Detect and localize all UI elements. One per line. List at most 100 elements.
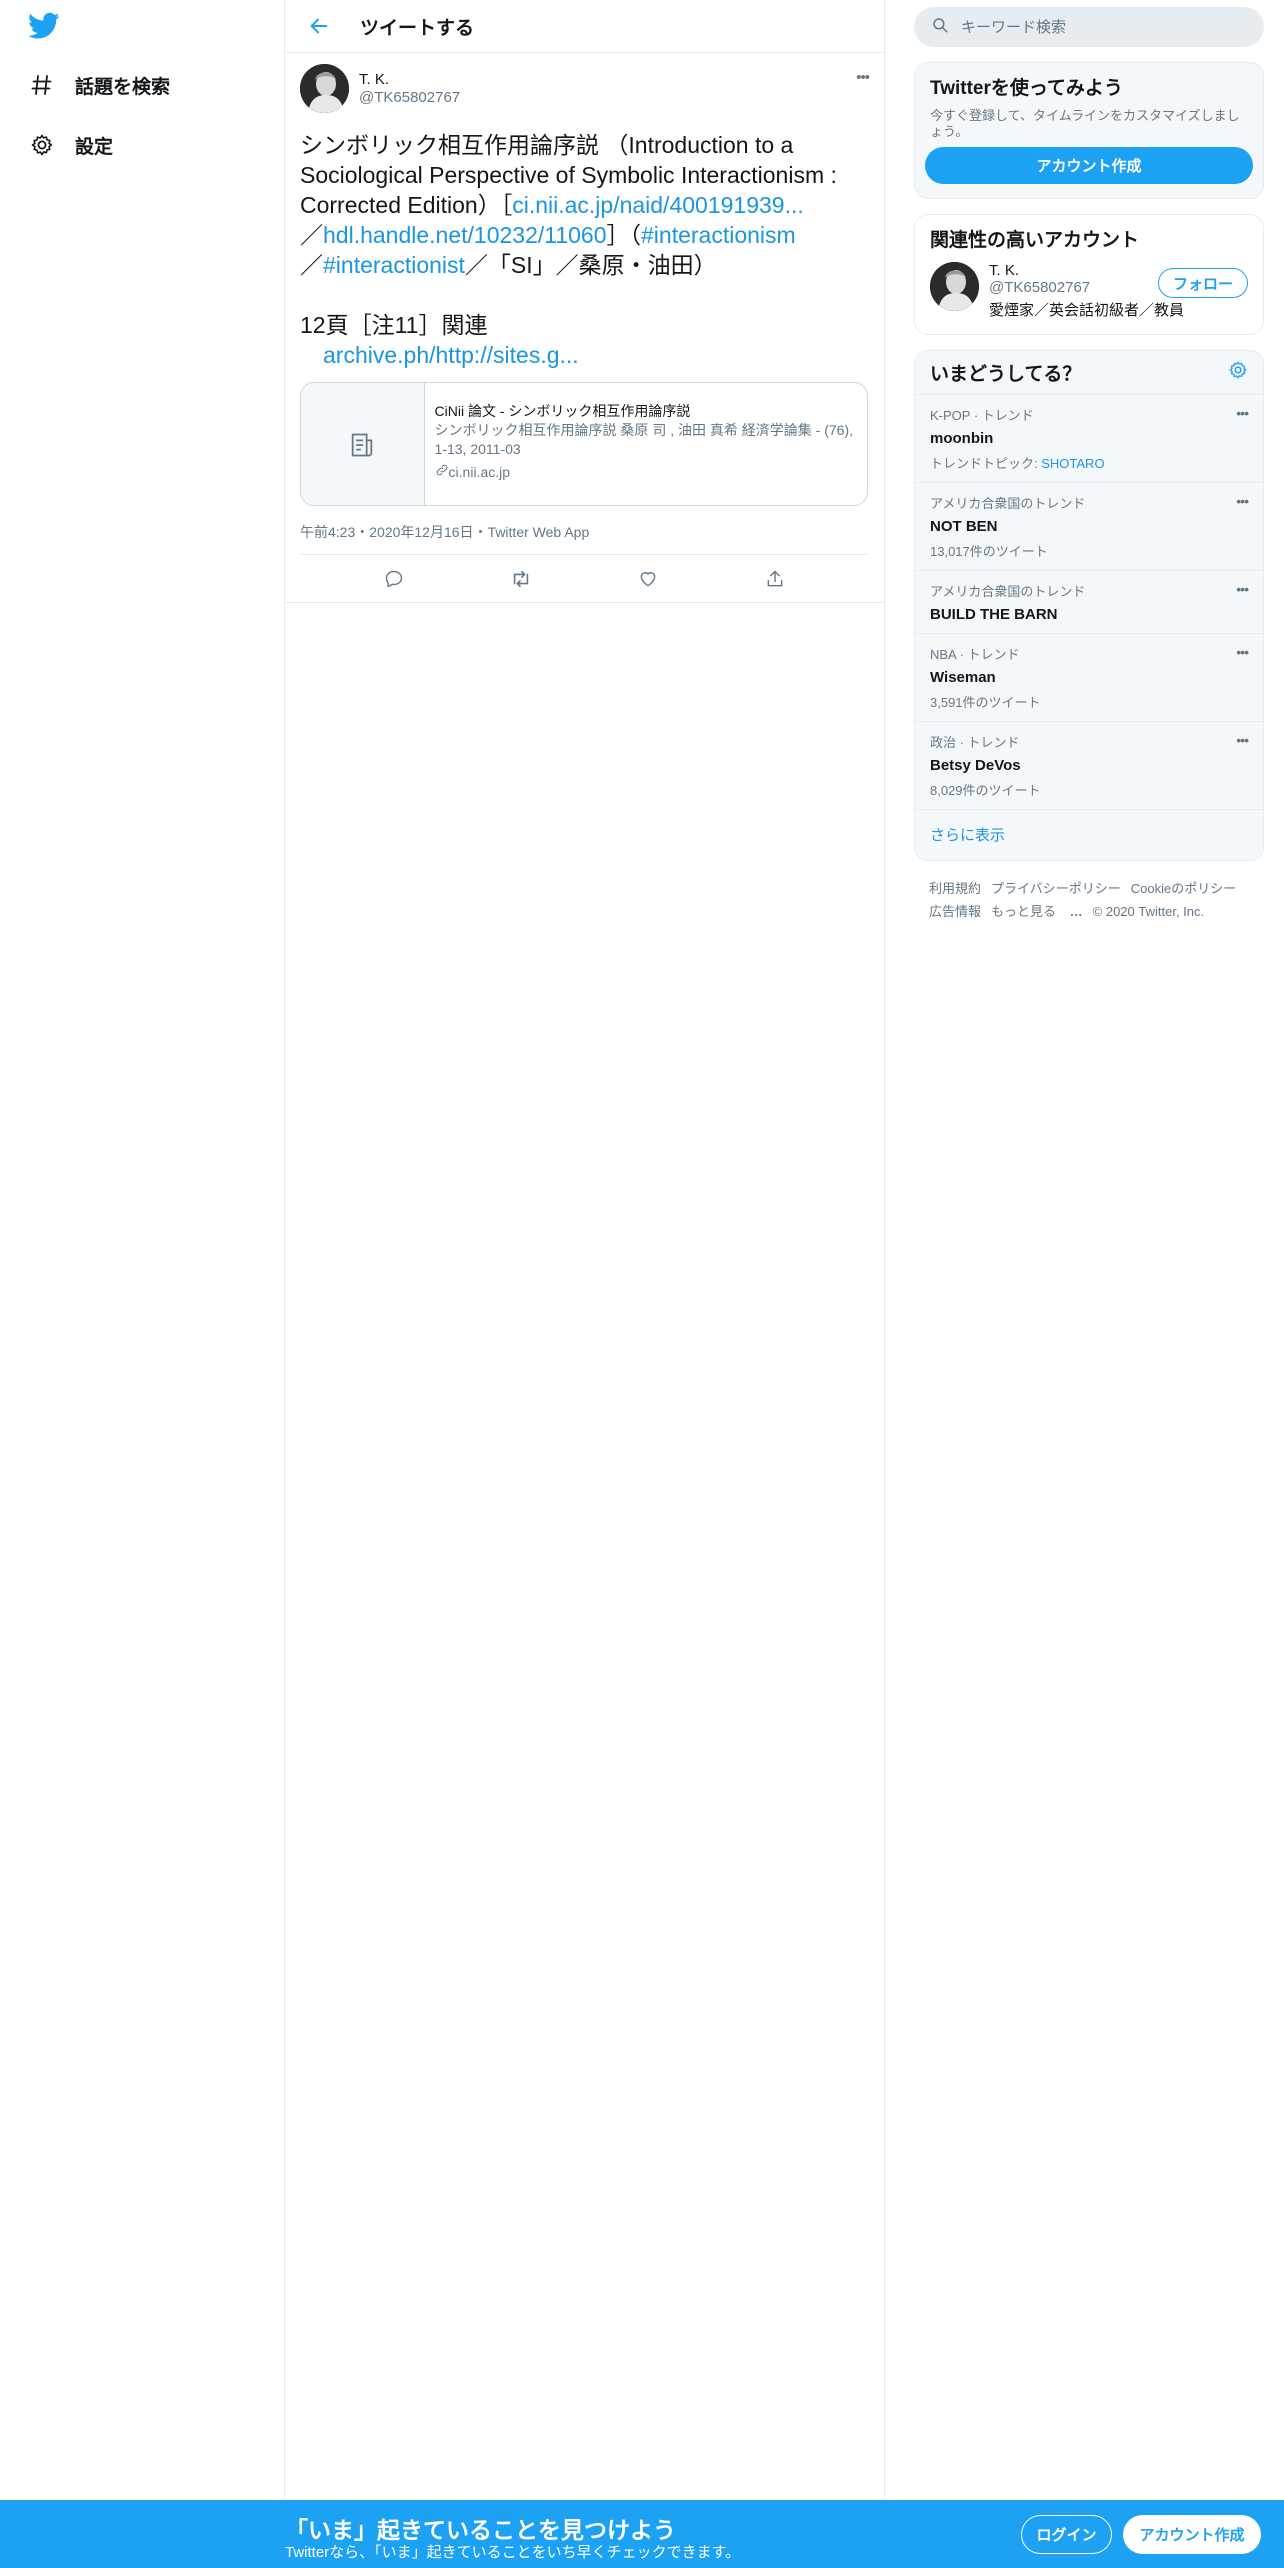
trend-meta: 政治 · トレンド — [930, 735, 1020, 750]
avatar[interactable] — [930, 262, 979, 311]
tweet-timestamp: 午前4:23・2020年12月16日・Twitter Web App — [300, 522, 869, 555]
cinii-link[interactable]: ci.nii.ac.jp/naid/400191939... — [512, 192, 804, 218]
trend-tweet-count: 13,017件のツイート — [930, 544, 1048, 559]
search-bar[interactable] — [914, 7, 1264, 47]
handle-link[interactable]: hdl.handle.net/10232/11060 — [323, 222, 607, 248]
footer-more-label: もっと見る — [991, 904, 1057, 919]
like-icon[interactable] — [629, 560, 667, 598]
tweet-text-fragment: ／ — [300, 222, 323, 248]
footer-terms-link[interactable]: 利用規約 — [929, 881, 981, 896]
hashtag-interactionist[interactable]: #interactionist — [323, 252, 465, 278]
bottom-bar-title: 「いま」起きていることを見つけよう — [285, 2517, 676, 2543]
gear-icon — [28, 131, 56, 159]
related-account-bio: 愛煙家／英会話初級者／教員 — [989, 302, 1185, 319]
trend-meta: NBA · トレンド — [930, 647, 1020, 662]
reply-icon[interactable] — [375, 560, 413, 598]
hashtag-interactionism[interactable]: #interactionism — [641, 222, 796, 248]
link-card[interactable]: CiNii 論文 - シンボリック相互作用論序説 シンボリック相互作用論序説 桑… — [300, 382, 868, 506]
more-options-icon[interactable]: ••• — [856, 69, 870, 86]
tweet-actions — [285, 555, 884, 603]
tweet-author: T. K. @TK65802767 ••• — [300, 63, 870, 113]
hashtag-icon — [28, 71, 56, 99]
trend-meta: アメリカ合衆国のトレンド — [930, 496, 1086, 511]
trend-item[interactable]: NBA · トレンド Wiseman 3,591件のツイート ••• — [915, 634, 1263, 722]
footer-ads-link[interactable]: 広告情報 — [929, 904, 981, 919]
trend-tweet-count: 8,029件のツイート — [930, 783, 1041, 798]
tweet-text-fragment: ／「SI」／桑原・油田） — [464, 252, 717, 278]
nav-explore-label: 話題を検索 — [75, 76, 171, 98]
tweet-text-fragment: ／ — [300, 252, 323, 278]
tweet-text-line: Sociological Perspective of Symbolic Int… — [300, 162, 837, 188]
tweet-text-fragment: Corrected Edition）［ — [300, 192, 513, 218]
follow-button[interactable]: フォロー — [1157, 268, 1248, 298]
footer-privacy-link[interactable]: プライバシーポリシー — [991, 881, 1121, 896]
trend-name: moonbin — [930, 430, 994, 447]
nav-settings[interactable]: 設定 — [28, 125, 113, 165]
signup-box-title: Twitterを使ってみよう — [930, 78, 1123, 99]
more-options-icon[interactable]: ••• — [1236, 732, 1249, 748]
trend-item[interactable]: アメリカ合衆国のトレンド NOT BEN 13,017件のツイート ••• — [915, 483, 1263, 571]
trend-topic-link[interactable]: SHOTARO — [1041, 456, 1104, 471]
trend-topic-prefix: トレンドトピック: — [930, 456, 1042, 471]
signup-button[interactable]: アカウント作成 — [1123, 2515, 1261, 2554]
back-arrow-icon[interactable] — [304, 11, 334, 41]
card-domain: ci.nii.ac.jp — [435, 463, 857, 480]
trend-tweet-count: 3,591件のツイート — [930, 695, 1041, 710]
more-options-icon[interactable]: ••• — [1236, 493, 1249, 509]
trend-sub: トレンドトピック: SHOTARO — [930, 453, 1248, 472]
show-more-link[interactable]: さらに表示 — [915, 810, 1263, 860]
trend-item[interactable]: K-POP · トレンド moonbin トレンドトピック: SHOTARO •… — [915, 395, 1263, 483]
trend-name: Wiseman — [930, 669, 996, 686]
tweet-text: シンボリック相互作用論序説 （Introduction to a Sociolo… — [300, 130, 869, 370]
nav-settings-label: 設定 — [75, 136, 114, 158]
related-accounts-box: 関連性の高いアカウント T. K. @TK65802767 愛煙家／英会話初級者… — [914, 214, 1264, 335]
left-navigation: 話題を検索 設定 — [0, 0, 285, 2500]
bottom-bar-subtitle: Twitterなら、「いま」起きていることをいち早くチェックできます。 — [285, 2544, 741, 2561]
more-options-icon[interactable]: ••• — [1236, 405, 1249, 421]
tweet-text-fragment: ］（ — [606, 222, 642, 248]
main-column: ツイートする T. K. @TK65802767 ••• シンボリック相互作用論… — [285, 0, 885, 2500]
footer-more-link[interactable]: もっと見る … — [991, 904, 1083, 919]
archive-link[interactable]: archive.ph/http://sites.g... — [323, 342, 579, 368]
trend-name: BUILD THE BARN — [930, 606, 1058, 623]
trend-item[interactable]: アメリカ合衆国のトレンド BUILD THE BARN ••• — [915, 571, 1263, 634]
related-account[interactable]: T. K. @TK65802767 愛煙家／英会話初級者／教員 フォロー — [915, 252, 1263, 334]
nav-explore[interactable]: 話題を検索 — [28, 65, 170, 105]
tweet-time-text: 午前4:23・2020年12月16日・ — [300, 524, 488, 540]
gear-icon[interactable] — [1228, 360, 1248, 385]
signup-box: Twitterを使ってみよう 今すぐ登録して、タイムラインをカスタマイズしましょ… — [914, 62, 1264, 199]
footer-copyright: © 2020 Twitter, Inc. — [1092, 904, 1205, 919]
main-header: ツイートする — [285, 0, 884, 53]
author-handle[interactable]: @TK65802767 — [359, 89, 460, 106]
more-dots-icon: … — [1069, 904, 1083, 919]
trend-name: Betsy DeVos — [930, 757, 1021, 774]
tweet: T. K. @TK65802767 ••• シンボリック相互作用論序説 （Int… — [285, 53, 884, 603]
share-icon[interactable] — [756, 560, 794, 598]
login-button[interactable]: ログイン — [1021, 2515, 1112, 2554]
related-account-name: T. K. — [989, 262, 1020, 279]
trend-meta: アメリカ合衆国のトレンド — [930, 584, 1086, 599]
page-title: ツイートする — [360, 17, 475, 39]
search-input[interactable] — [961, 18, 1231, 36]
related-accounts-title: 関連性の高いアカウント — [930, 230, 1140, 251]
search-icon — [931, 16, 949, 39]
card-description: シンボリック相互作用論序説 桑原 司 , 油田 真希 経済学論集 - (76),… — [434, 422, 854, 457]
trend-item[interactable]: 政治 · トレンド Betsy DeVos 8,029件のツイート ••• — [915, 722, 1263, 810]
card-domain-text: ci.nii.ac.jp — [448, 463, 511, 480]
signup-box-description: 今すぐ登録して、タイムラインをカスタマイズしましょう。 — [930, 108, 1240, 139]
tweet-text-line: シンボリック相互作用論序説 （Introduction to a — [300, 132, 794, 158]
more-options-icon[interactable]: ••• — [1236, 644, 1249, 660]
footer-links: 利用規約 プライバシーポリシー Cookieのポリシー 広告情報 もっと見る … © 2… — [914, 877, 1264, 923]
card-title: CiNii 論文 - シンボリック相互作用論序説 — [434, 403, 691, 419]
trend-name: NOT BEN — [930, 518, 998, 535]
document-icon — [301, 383, 425, 505]
footer-cookie-link[interactable]: Cookieのポリシー — [1131, 881, 1236, 896]
retweet-icon[interactable] — [502, 560, 540, 598]
more-options-icon[interactable]: ••• — [1236, 581, 1249, 597]
create-account-button[interactable]: アカウント作成 — [925, 147, 1253, 184]
avatar[interactable] — [300, 63, 349, 113]
related-account-handle: @TK65802767 — [989, 279, 1091, 296]
author-name[interactable]: T. K. — [359, 71, 460, 88]
tweet-source-app[interactable]: Twitter Web App — [488, 524, 590, 540]
twitter-logo-icon[interactable] — [28, 12, 64, 44]
